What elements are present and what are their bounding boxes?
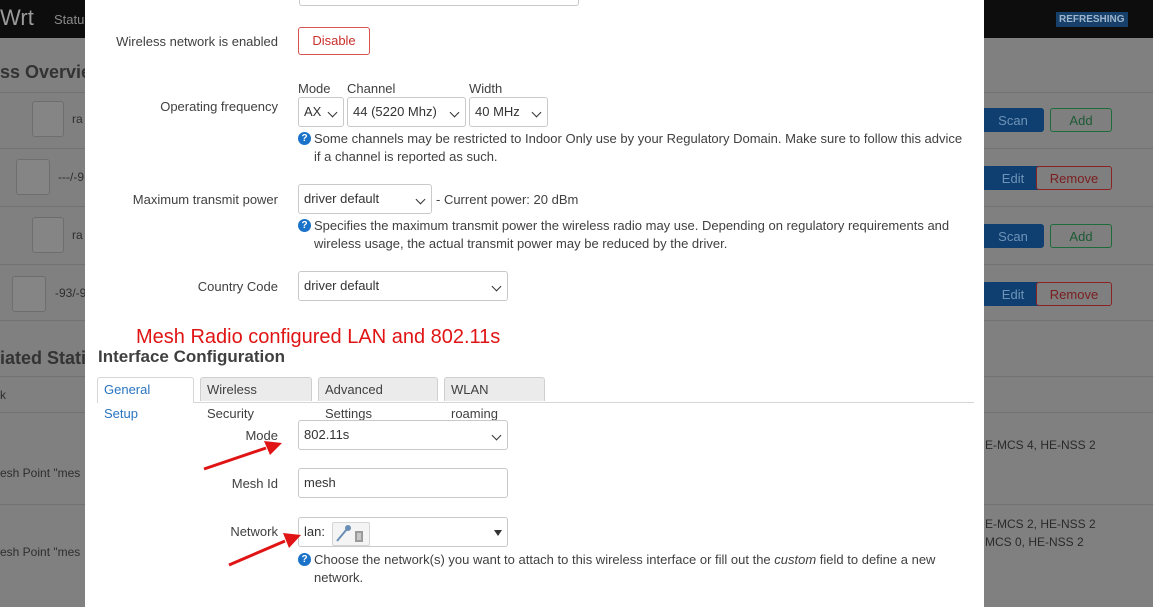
network-interface-icon [332,522,370,546]
annotation-arrow-mode [203,441,282,471]
add-button[interactable]: Add [1050,224,1112,248]
channel-sublabel: Channel [347,81,396,96]
chevron-down-icon [531,107,542,118]
network-help-custom: custom [774,552,817,567]
help-icon: ? [298,219,311,232]
remove-button[interactable]: Remove [1036,166,1112,190]
brand-logo: Wrt [0,5,34,30]
station-name: esh Point "mes [0,545,81,559]
signal-value: -93/-9 [55,286,87,300]
nav-status[interactable]: Statu [54,12,84,27]
chevron-down-icon [327,107,338,118]
width-select-value: 40 MHz [475,104,520,119]
network-value: lan: [304,524,325,539]
current-power-text: - Current power: 20 dBm [436,192,579,207]
radio-label: ra [72,228,83,242]
annotation-arrow-network [228,533,301,567]
scan-button[interactable]: Scan [982,108,1044,132]
partial-select[interactable] [299,0,579,6]
remove-button[interactable]: Remove [1036,282,1112,306]
chevron-down-icon [415,194,426,205]
chevron-down-icon [491,281,502,292]
mesh-id-input[interactable]: mesh [298,468,508,498]
interface-config-title: Interface Configuration [98,347,286,366]
signal-icon [12,276,46,312]
column-header: k [0,388,6,402]
mode-dropdown-value: 802.11s [304,427,350,442]
mode-sublabel: Mode [298,81,331,96]
tab-wireless-security[interactable]: Wireless Security [200,377,312,421]
wireless-overview-title: ss Overvie [0,62,92,82]
channel-select[interactable]: 44 (5220 Mhz) [347,97,466,127]
associated-stations-title: iated Stati [0,348,87,368]
signal-icon [16,159,50,195]
operating-frequency-label: Operating frequency [160,99,278,114]
tx-power-select[interactable]: driver default [298,184,432,214]
radio-label: ra [72,112,83,126]
network-help-text-2: network. [314,570,364,585]
add-button[interactable]: Add [1050,108,1112,132]
mode-dropdown[interactable]: 802.11s [298,420,508,450]
mode-select-value: AX [304,104,322,119]
disable-button[interactable]: Disable [298,27,370,55]
radio-icon [32,217,64,253]
channel-help-text: Some channels may be restricted to Indoo… [314,131,963,146]
tab-general-setup[interactable]: General Setup [97,377,194,421]
edit-button[interactable]: Edit [982,282,1044,306]
network-help-text: Choose the network(s) you want to attach… [314,551,935,569]
mesh-id-label: Mesh Id [231,476,278,491]
scan-button[interactable]: Scan [982,224,1044,248]
signal-value: ---/-9 [58,170,84,184]
width-sublabel: Width [469,81,503,96]
network-dropdown[interactable]: lan: [298,517,508,547]
tx-help-text: Specifies the maximum transmit power the… [314,218,950,233]
station-rate: E-MCS 4, HE-NSS 2 [985,438,1096,452]
country-code-value: driver default [304,278,380,293]
config-tabs: General Setup Wireless Security Advanced… [97,377,974,421]
annotation-note: Mesh Radio configured LAN and 802.11s [136,326,501,348]
channel-select-value: 44 (5220 Mhz) [353,104,437,119]
chevron-down-icon [491,430,502,441]
network-help-part: field to define a new [816,552,936,567]
channel-help-text-2: if a channel is reported as such. [314,149,498,164]
country-code-label: Country Code [197,279,278,294]
refreshing-badge: REFRESHING [1056,12,1128,27]
help-icon: ? [298,132,311,145]
wireless-enabled-label: Wireless network is enabled [116,34,278,49]
tab-wlan-roaming[interactable]: WLAN roaming [444,377,545,421]
tx-power-label: Maximum transmit power [132,192,278,207]
edit-button[interactable]: Edit [982,166,1044,190]
tx-help-text-2: wireless usage, the actual transmit powe… [314,236,728,251]
width-select[interactable]: 40 MHz [469,97,548,127]
tab-advanced-settings[interactable]: Advanced Settings [318,377,438,421]
wireless-config-modal: Wireless network is enabled Disable Oper… [85,0,984,607]
station-name: esh Point "mes [0,466,81,480]
dropdown-triangle-icon [494,530,502,536]
network-help-part: Choose the network(s) you want to attach… [314,552,775,567]
radio-icon [32,101,64,137]
country-code-select[interactable]: driver default [298,271,508,301]
tx-power-value: driver default [304,191,380,206]
chevron-down-icon [449,107,460,118]
station-rate: MCS 0, HE-NSS 2 [985,535,1084,549]
station-rate: E-MCS 2, HE-NSS 2 [985,517,1096,531]
mode-select[interactable]: AX [298,97,344,127]
